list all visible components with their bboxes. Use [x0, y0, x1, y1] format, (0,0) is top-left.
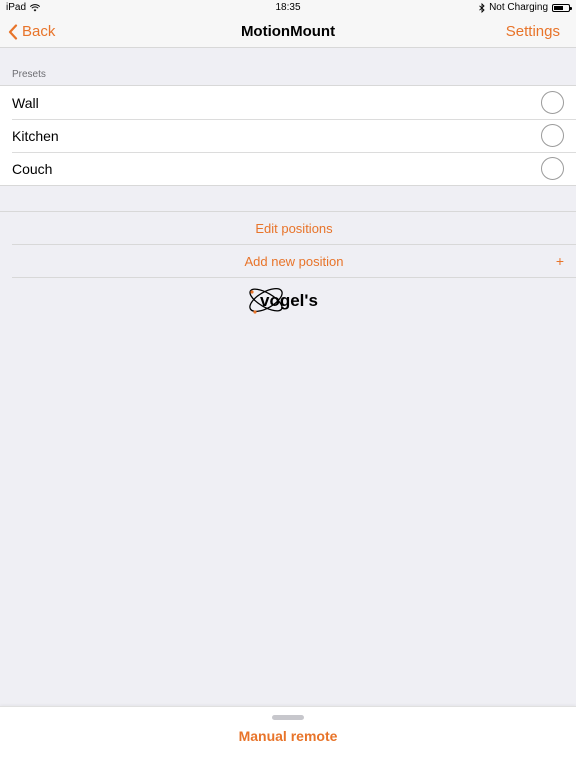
status-bar: iPad 18:35 Not Charging	[0, 0, 576, 16]
bottom-panel: Manual remote	[0, 706, 576, 768]
preset-label: Wall	[12, 94, 39, 111]
preset-item-wall[interactable]: Wall	[0, 86, 576, 119]
drag-handle[interactable]	[272, 715, 304, 720]
preset-radio[interactable]	[541, 91, 564, 114]
status-right: Not Charging	[479, 2, 572, 13]
charging-status: Not Charging	[489, 2, 548, 13]
add-position-label: Add new position	[244, 253, 344, 269]
battery-icon	[552, 3, 572, 12]
preset-item-kitchen[interactable]: Kitchen	[0, 119, 576, 152]
battery-fill	[554, 5, 564, 10]
edit-positions-button[interactable]: Edit positions	[12, 212, 576, 245]
presets-header: Presets	[12, 69, 46, 80]
edit-positions-label: Edit positions	[255, 220, 333, 236]
manual-remote-button[interactable]: Manual remote	[0, 728, 576, 744]
logo-text: vogel's	[260, 291, 318, 310]
preset-label: Kitchen	[12, 127, 59, 144]
preset-label: Couch	[12, 160, 53, 177]
preset-radio[interactable]	[541, 124, 564, 147]
bluetooth-icon	[479, 2, 485, 13]
preset-radio[interactable]	[541, 157, 564, 180]
vogels-logo: vogel's	[249, 287, 318, 314]
plus-icon: +	[555, 253, 564, 269]
add-position-button[interactable]: Add new position +	[12, 245, 576, 278]
nav-bar: Back MotionMount Settings	[0, 16, 576, 48]
actions-list: Edit positions Add new position +	[0, 211, 576, 278]
settings-button[interactable]: Settings	[506, 23, 560, 40]
presets-list: Wall Kitchen Couch	[0, 85, 576, 186]
preset-item-couch[interactable]: Couch	[0, 152, 576, 185]
page-title: MotionMount	[240, 23, 336, 40]
